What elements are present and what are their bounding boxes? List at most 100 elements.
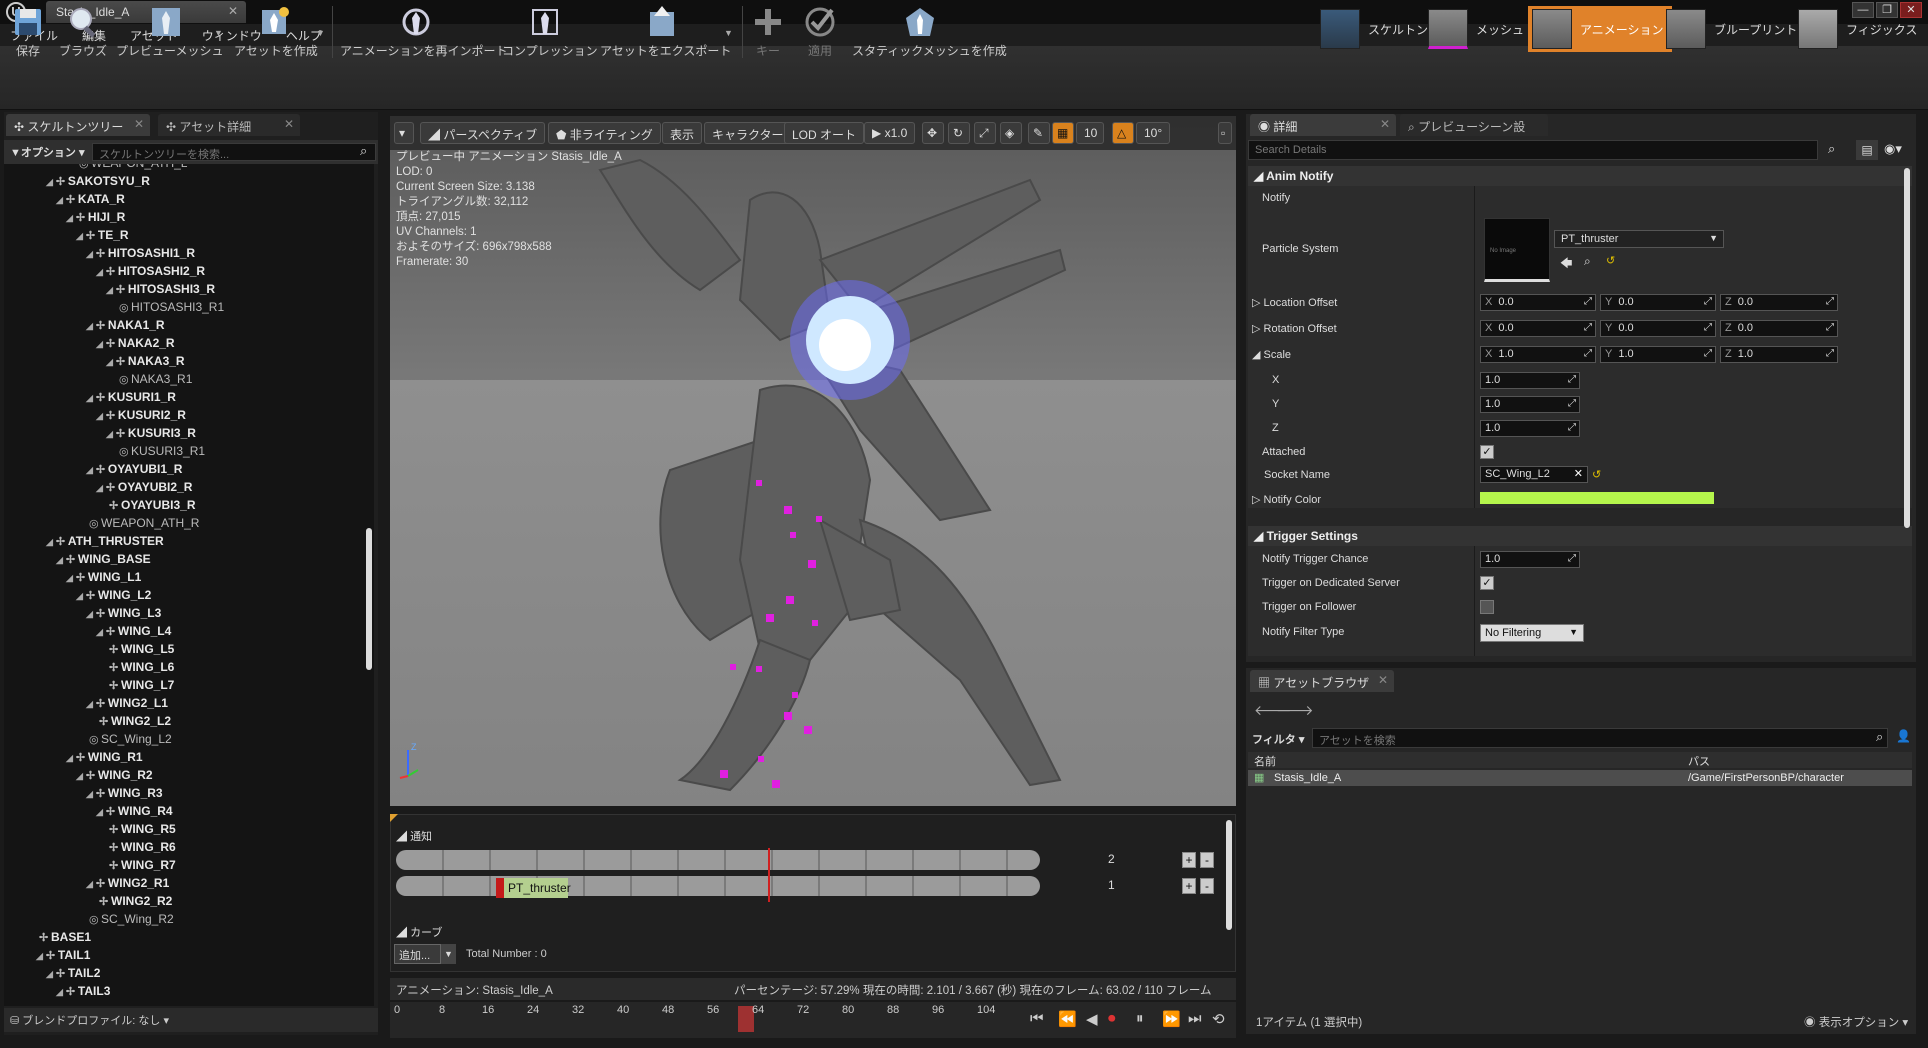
rotation-z-field[interactable]: Z 0.0 ⤢: [1720, 320, 1838, 337]
tree-node[interactable]: ◢ ✢ KUSURI1_R: [86, 388, 176, 406]
expand-arrow-icon[interactable]: ◢: [66, 753, 73, 763]
rotation-offset-label[interactable]: ▷ Rotation Offset: [1252, 322, 1337, 335]
skip-to-start-icon[interactable]: ⏮: [1030, 1010, 1044, 1027]
expand-arrow-icon[interactable]: ◢: [86, 465, 93, 475]
tab-preview-scene[interactable]: ⌕ プレビューシーン設: [1400, 114, 1548, 136]
pause-icon[interactable]: ⏸: [1136, 1010, 1144, 1027]
notify-track-1[interactable]: [396, 850, 1040, 870]
tab-details[interactable]: ◉ 詳細 ✕: [1250, 114, 1396, 136]
tree-node[interactable]: ◢ ✢ WING2_L1: [86, 694, 168, 712]
forward-arrow-icon[interactable]: 🡒: [1276, 702, 1314, 719]
browse-asset-icon[interactable]: ⌕: [1584, 254, 1591, 269]
curves-section-header[interactable]: ◢ カーブ: [396, 924, 442, 940]
options-dropdown[interactable]: ▼オプション ▾: [10, 144, 84, 160]
preview-mesh-dropdown-icon[interactable]: ▼: [214, 28, 223, 38]
mode-animation[interactable]: アニメーション: [1528, 6, 1672, 52]
tree-node[interactable]: ◢ ✢ TAIL1: [36, 946, 90, 964]
save-button[interactable]: 保存: [10, 4, 46, 62]
tree-node[interactable]: ◢ ✢ WING_L2: [76, 586, 151, 604]
scale-z-sub-field[interactable]: 1.0 ⤢: [1480, 420, 1580, 437]
expand-arrow-icon[interactable]: ◢: [106, 357, 113, 367]
skip-to-end-icon[interactable]: ⏭: [1188, 1010, 1202, 1027]
maximize-viewport-icon[interactable]: ▫: [1218, 122, 1232, 144]
tab-asset-browser[interactable]: ▦ アセットブラウザ ✕: [1250, 670, 1394, 692]
expand-arrow-icon[interactable]: ◢: [86, 699, 93, 709]
expand-arrow-icon[interactable]: ◢: [56, 987, 63, 997]
tree-node[interactable]: ◎ HITOSASHI3_R1: [116, 298, 224, 316]
viewport-options-dropdown[interactable]: ▾: [394, 122, 414, 144]
location-y-field[interactable]: Y 0.0 ⤢: [1600, 294, 1716, 311]
tree-node[interactable]: ◎WEAPON_ATH_L: [76, 164, 187, 172]
tree-node[interactable]: ◢ ✢ WING_L4: [96, 622, 171, 640]
step-forward-icon[interactable]: ⏩: [1162, 1010, 1181, 1028]
tree-node[interactable]: ◢ ✢ OYAYUBI2_R: [96, 478, 192, 496]
expand-arrow-icon[interactable]: ◢: [46, 537, 53, 547]
filter-type-dropdown[interactable]: No Filtering ▼: [1480, 624, 1584, 642]
expand-arrow-icon[interactable]: ◢: [96, 411, 103, 421]
add-track-button[interactable]: +: [1182, 878, 1196, 894]
expand-arrow-icon[interactable]: ◢: [66, 213, 73, 223]
notify-scrollbar[interactable]: [1226, 820, 1232, 930]
compression-button[interactable]: コンプレッション: [502, 4, 598, 62]
scale-y-sub-field[interactable]: 1.0 ⤢: [1480, 396, 1580, 413]
socket-name-field[interactable]: SC_Wing_L2 ✕: [1480, 466, 1588, 483]
surface-snap-icon[interactable]: ✎: [1028, 122, 1050, 144]
rotation-y-field[interactable]: Y 0.0 ⤢: [1600, 320, 1716, 337]
key-button[interactable]: キー: [750, 4, 786, 62]
add-curve-dropdown-icon[interactable]: ▼: [440, 944, 456, 964]
tree-node[interactable]: ◢ ✢ NAKA2_R: [96, 334, 175, 352]
scale-z-field[interactable]: Z 1.0 ⤢: [1720, 346, 1838, 363]
tree-node[interactable]: ✢ WING_R6: [106, 838, 176, 856]
lighting-mode-button[interactable]: ⬟ 非ライティング: [548, 122, 661, 144]
clear-icon[interactable]: ✕: [1574, 467, 1583, 480]
search-icon[interactable]: ⌕: [1828, 141, 1835, 157]
trigger-settings-category[interactable]: ◢ Trigger Settings: [1248, 526, 1912, 546]
scale-tool-icon[interactable]: ⤢: [974, 122, 996, 144]
notify-color-swatch[interactable]: [1480, 492, 1714, 504]
create-asset-button[interactable]: アセットを作成: [234, 4, 318, 62]
attached-checkbox[interactable]: ✓: [1480, 445, 1494, 459]
tree-node[interactable]: ◢ ✢ HITOSASHI1_R: [86, 244, 195, 262]
particle-system-combo[interactable]: PT_thruster ▼: [1554, 230, 1724, 248]
tree-node[interactable]: ◢ ✢ HIJI_R: [66, 208, 125, 226]
location-z-field[interactable]: Z 0.0 ⤢: [1720, 294, 1838, 311]
expand-arrow-icon[interactable]: ◢: [96, 267, 103, 277]
tree-node[interactable]: ✢ WING2_R2: [96, 892, 172, 910]
mode-physics[interactable]: フィジックス: [1794, 6, 1925, 52]
tree-node[interactable]: ◎ SC_Wing_L2: [86, 730, 172, 748]
tree-node[interactable]: ✢ BASE1: [36, 928, 91, 946]
remove-track-button[interactable]: -: [1200, 878, 1214, 894]
tree-node[interactable]: ◢ ✢ WING_R1: [66, 748, 143, 766]
tree-node[interactable]: ◢ ✢ TAIL3: [56, 982, 110, 1000]
reimport-animation-button[interactable]: アニメーションを再インポート: [340, 4, 508, 62]
expand-arrow-icon[interactable]: ◢: [96, 807, 103, 817]
expand-arrow-icon[interactable]: ◢: [106, 429, 113, 439]
expand-arrow-icon[interactable]: ◢: [86, 609, 93, 619]
asset-search-input[interactable]: アセットを検索: [1312, 728, 1888, 748]
follower-checkbox[interactable]: [1480, 600, 1494, 614]
tree-node[interactable]: ◎ KUSURI3_R1: [116, 442, 205, 460]
export-dropdown-icon[interactable]: ▼: [724, 28, 733, 38]
tree-node[interactable]: ◢ ✢ WING_BASE: [56, 550, 151, 568]
apply-button[interactable]: 適用: [800, 4, 840, 62]
reset-arrow-icon[interactable]: ↺: [1606, 254, 1615, 267]
expand-arrow-icon[interactable]: ◢: [86, 393, 93, 403]
rotation-snap-icon[interactable]: △: [1112, 122, 1134, 144]
show-button[interactable]: 表示: [662, 122, 703, 144]
tree-node[interactable]: ◢ ✢ KUSURI2_R: [96, 406, 186, 424]
character-button[interactable]: キャラクター: [704, 122, 792, 144]
make-static-mesh-button[interactable]: スタティックメッシュを作成: [852, 4, 1007, 62]
tree-node[interactable]: ◢ ✢ WING_R2: [76, 766, 153, 784]
tree-node[interactable]: ◢ ✢ KUSURI3_R: [106, 424, 196, 442]
mode-mesh[interactable]: メッシュ: [1424, 6, 1532, 52]
scale-label[interactable]: ◢ Scale: [1252, 348, 1291, 361]
rotation-snap-size-button[interactable]: 10°: [1136, 122, 1170, 144]
notify-track-2[interactable]: [396, 876, 1040, 896]
view-options-button[interactable]: ◉ 表示オプション ▾: [1804, 1014, 1908, 1030]
grid-size-button[interactable]: 10: [1076, 122, 1104, 144]
trigger-chance-field[interactable]: 1.0 ⤢: [1480, 551, 1580, 568]
tab-skeleton-tree[interactable]: ✣ スケルトンツリー ✕: [6, 114, 150, 136]
tree-node[interactable]: ◢ ✢ KATA_R: [56, 190, 125, 208]
tab-asset-details[interactable]: ✣ アセット詳細 ✕: [158, 114, 300, 136]
tree-node[interactable]: ◢ ✢ NAKA1_R: [86, 316, 165, 334]
